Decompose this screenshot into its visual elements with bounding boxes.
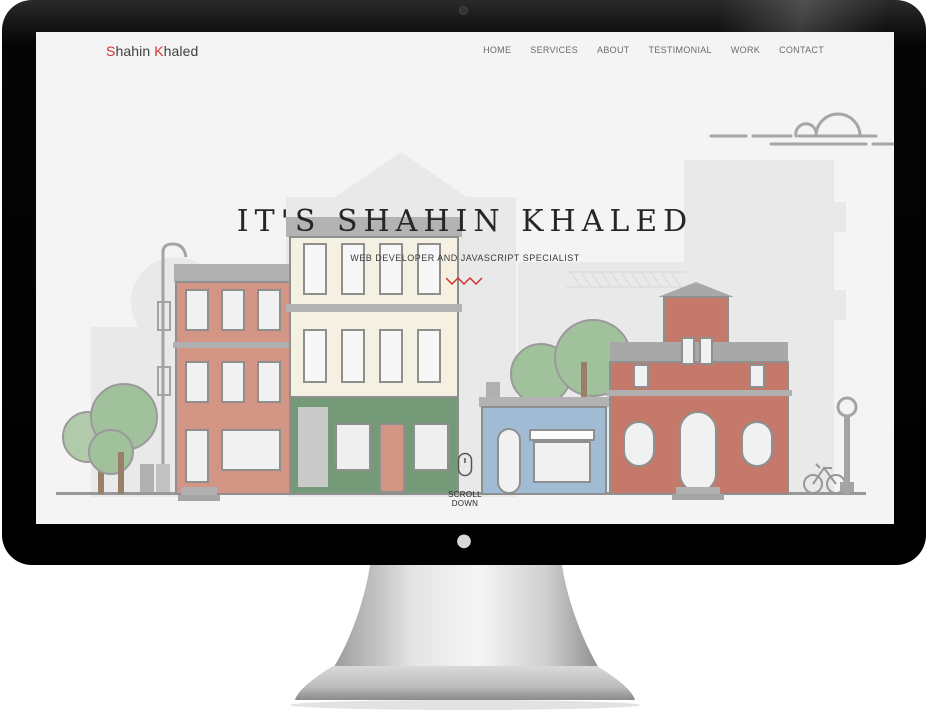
brand-last-rest: haled bbox=[163, 43, 199, 59]
nav-services[interactable]: SERVICES bbox=[530, 45, 578, 55]
nav-contact[interactable]: CONTACT bbox=[779, 45, 824, 55]
nav-testimonial[interactable]: TESTIMONIAL bbox=[649, 45, 712, 55]
nav-home[interactable]: HOME bbox=[483, 45, 511, 55]
nav-about[interactable]: ABOUT bbox=[597, 45, 630, 55]
nav-work[interactable]: WORK bbox=[731, 45, 760, 55]
brand-last-initial: K bbox=[154, 43, 164, 59]
mouse-scroll-icon[interactable] bbox=[457, 452, 473, 478]
website-screen: Shahin Khaled HOME SERVICES ABOUT TESTIM… bbox=[36, 32, 894, 524]
site-logo[interactable]: Shahin Khaled bbox=[106, 43, 198, 59]
camera-icon bbox=[460, 7, 467, 14]
brand-first-rest: hahin bbox=[115, 43, 155, 59]
bezel-gloss bbox=[720, 0, 926, 36]
hero-title: IT'S SHAHIN KHALED bbox=[236, 204, 694, 239]
scroll-down-link[interactable]: SCROLL DOWN bbox=[436, 490, 494, 508]
main-navigation: HOME SERVICES ABOUT TESTIMONIAL WORK CON… bbox=[483, 45, 824, 55]
apple-logo-icon: ● bbox=[456, 530, 472, 551]
monitor-stand-base bbox=[290, 666, 640, 710]
hero-subtitle: WEB DEVELOPER AND JAVASCRIPT SPECIALIST bbox=[350, 253, 580, 263]
zigzag-divider-icon bbox=[446, 276, 483, 286]
